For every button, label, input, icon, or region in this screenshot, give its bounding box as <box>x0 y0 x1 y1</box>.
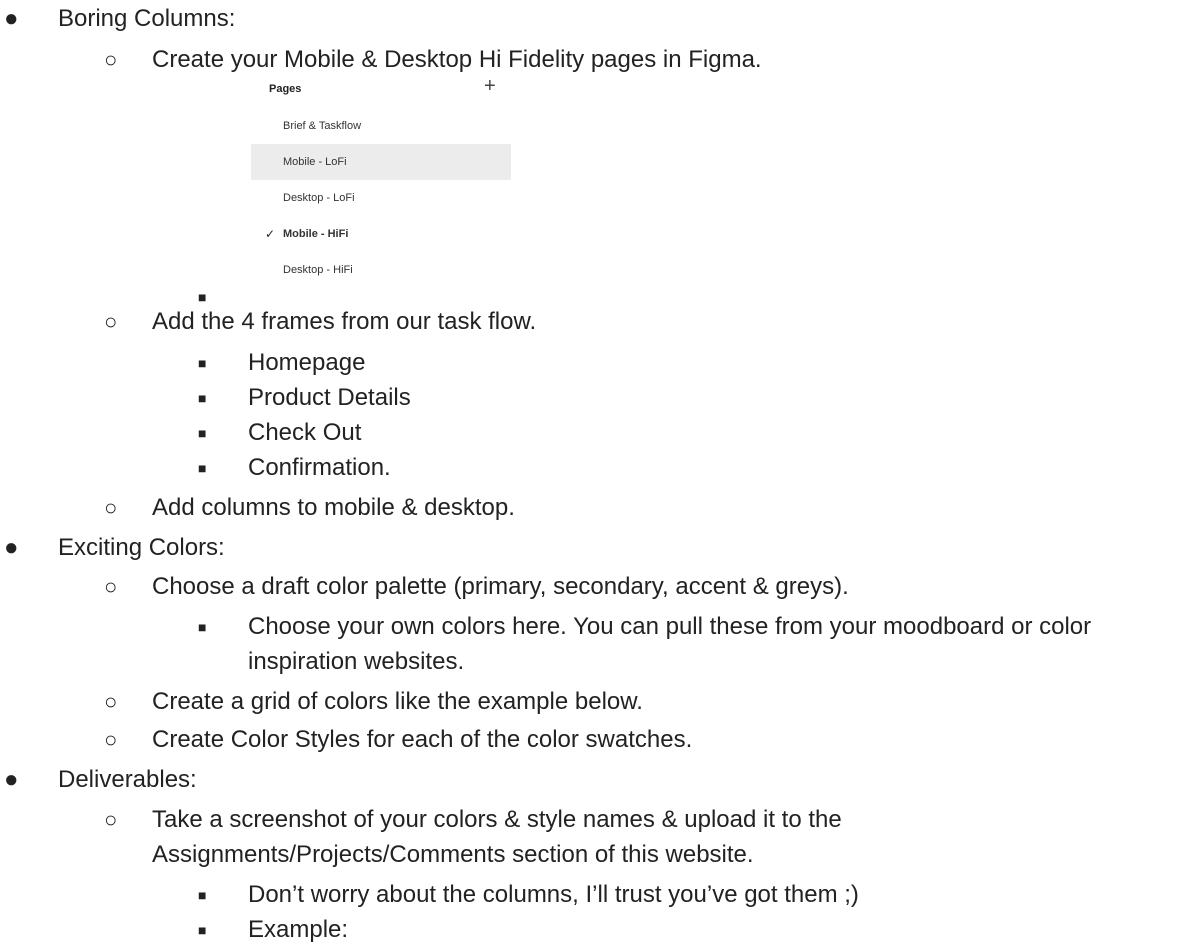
bullet-l1: ● <box>4 766 19 793</box>
checkmark-icon: ✓ <box>265 227 276 241</box>
bullet-l3: ■ <box>198 390 207 406</box>
bullet-l2: ○ <box>104 807 118 832</box>
bullet-l2: ○ <box>104 727 118 752</box>
bullet-l2: ○ <box>104 309 118 334</box>
page-item-label: Mobile - LoFi <box>283 156 347 168</box>
bullet-l1: ● <box>4 5 19 32</box>
sub-choose-colors-line2: inspiration websites. <box>248 648 465 675</box>
step-choose-palette: Choose a draft color palette (primary, s… <box>152 573 849 600</box>
bullet-l3: ■ <box>198 619 207 635</box>
section-title-boring-columns: Boring Columns: <box>58 5 236 32</box>
add-page-icon[interactable]: + <box>484 76 496 96</box>
step-create-pages: Create your Mobile & Desktop Hi Fidelity… <box>152 46 762 73</box>
page-item-label: Desktop - HiFi <box>283 264 353 276</box>
step-take-screenshot-line1: Take a screenshot of your colors & style… <box>152 806 842 833</box>
section-title-exciting-colors: Exciting Colors: <box>58 534 225 561</box>
page-item-label: Desktop - LoFi <box>283 192 355 204</box>
page-item[interactable]: Desktop - LoFi <box>251 180 511 216</box>
bullet-l3: ■ <box>198 460 207 476</box>
frame-item: Product Details <box>248 384 411 411</box>
page-item-label: Brief & Taskflow <box>283 120 362 132</box>
pages-panel-header: Pages <box>269 83 302 95</box>
step-take-screenshot-line2: Assignments/Projects/Comments section of… <box>152 841 754 868</box>
sub-choose-colors-line1: Choose your own colors here. You can pul… <box>248 613 1092 640</box>
bullet-l3: ■ <box>198 425 207 441</box>
step-add-frames: Add the 4 frames from our task flow. <box>152 308 537 335</box>
sub-example: Example: <box>248 916 349 943</box>
bullet-l2: ○ <box>104 689 118 714</box>
frame-item: Confirmation. <box>248 454 391 481</box>
sub-dont-worry: Don’t worry about the columns, I’ll trus… <box>248 881 859 908</box>
step-create-grid: Create a grid of colors like the example… <box>152 688 643 715</box>
frame-item: Check Out <box>248 419 362 446</box>
bullet-l3: ■ <box>198 355 207 371</box>
step-create-color-styles: Create Color Styles for each of the colo… <box>152 726 693 753</box>
section-title-deliverables: Deliverables: <box>58 766 197 793</box>
page-item-current[interactable]: ✓ Mobile - HiFi <box>251 216 511 252</box>
bullet-l2: ○ <box>104 574 118 599</box>
bullet-l2: ○ <box>104 495 118 520</box>
bullet-l1: ● <box>4 534 19 561</box>
bullet-l2: ○ <box>104 47 118 72</box>
page-item-selected[interactable]: Mobile - LoFi <box>251 144 511 180</box>
step-add-columns: Add columns to mobile & desktop. <box>152 494 515 521</box>
page-item[interactable]: Desktop - HiFi <box>251 252 511 288</box>
frame-item: Homepage <box>248 349 366 376</box>
page-item-label: Mobile - HiFi <box>283 228 349 240</box>
figma-pages-panel: Pages + Brief & Taskflow Mobile - LoFi D… <box>251 74 511 290</box>
bullet-l3: ■ <box>198 887 207 903</box>
page-item[interactable]: Brief & Taskflow <box>251 108 511 144</box>
bullet-l3: ■ <box>198 922 207 938</box>
